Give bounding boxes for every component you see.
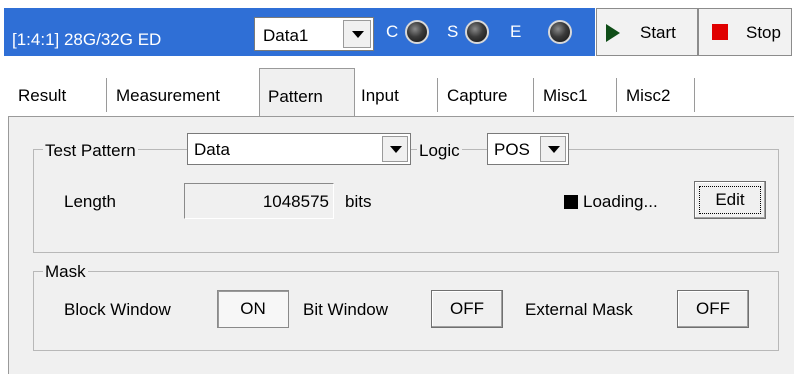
length-unit: bits [345, 192, 372, 211]
bit-window-label: Bit Window [303, 300, 389, 319]
test-pattern-group-label: Test Pattern [43, 141, 138, 161]
data-channel-select[interactable]: Data1 [254, 17, 374, 51]
start-button[interactable]: Start [596, 8, 698, 56]
tab-label: Measurement [116, 86, 220, 105]
led-indicator-e-icon [548, 20, 572, 44]
length-value: 1048575 [262, 192, 329, 211]
led-label-e: E [510, 22, 522, 41]
led-label-s: S [447, 22, 459, 41]
external-mask-value: OFF [696, 299, 730, 318]
tab-label: Capture [447, 86, 508, 105]
logic-label: Logic [417, 141, 462, 161]
mask-group-label: Mask [43, 262, 88, 282]
block-window-toggle[interactable]: ON [217, 290, 289, 328]
led-indicator-s-icon [465, 20, 489, 44]
external-mask-label: External Mask [525, 300, 633, 319]
stop-button[interactable]: Stop [698, 8, 792, 56]
tab-measurement[interactable]: Measurement [108, 74, 259, 116]
tab-pattern[interactable]: Pattern [259, 68, 355, 118]
bit-window-toggle[interactable]: OFF [431, 290, 503, 328]
tab-label: Misc2 [626, 86, 671, 105]
tab-label: Input [361, 86, 399, 105]
external-mask-toggle[interactable]: OFF [677, 290, 749, 328]
block-window-label: Block Window [64, 300, 171, 319]
length-field: 1048575 [184, 183, 334, 219]
pattern-panel: Test Pattern Data Logic POS Length 10485… [8, 116, 794, 374]
tab-result[interactable]: Result [12, 74, 108, 116]
tab-label: Misc1 [543, 86, 588, 105]
stop-icon [712, 24, 728, 40]
chevron-down-icon[interactable] [382, 136, 408, 162]
led-label-c: C [386, 22, 399, 41]
toolbar: [1:4:1] 28G/32G ED Data1 C S E Start Sto… [0, 0, 796, 64]
tab-label: Result [18, 86, 67, 105]
led-indicator-c-icon [405, 20, 429, 44]
tab-label: Pattern [268, 87, 323, 106]
chevron-down-icon[interactable] [540, 136, 566, 162]
tab-separator [694, 78, 696, 112]
logic-value: POS [494, 140, 530, 159]
block-window-value: ON [240, 299, 266, 318]
stop-label: Stop [746, 23, 781, 42]
data-channel-value: Data1 [263, 26, 309, 45]
bit-window-value: OFF [450, 299, 484, 318]
edit-button-label: Edit [715, 190, 745, 209]
unit-label: [1:4:1] 28G/32G ED [12, 30, 162, 49]
play-icon [606, 24, 620, 42]
logic-select[interactable]: POS [487, 133, 569, 165]
tab-misc2[interactable]: Misc2 [618, 74, 696, 116]
edit-button[interactable]: Edit [694, 181, 766, 219]
tab-misc1[interactable]: Misc1 [535, 74, 618, 116]
length-label: Length [64, 192, 116, 211]
test-pattern-select[interactable]: Data [187, 133, 411, 165]
test-pattern-value: Data [194, 140, 230, 159]
tab-capture[interactable]: Capture [439, 74, 535, 116]
tab-input[interactable]: Input [355, 74, 439, 116]
loading-indicator-icon [564, 195, 578, 209]
chevron-down-icon[interactable] [343, 20, 371, 48]
loading-label: Loading... [583, 192, 658, 211]
start-label: Start [640, 23, 676, 42]
